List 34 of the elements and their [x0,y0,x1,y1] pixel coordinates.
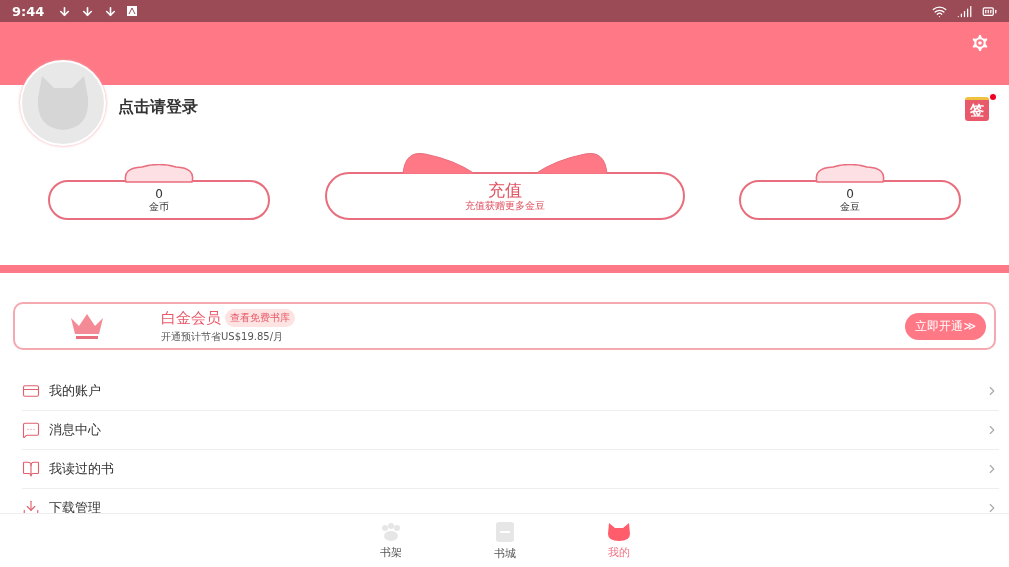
stat-pill[interactable]: 0 金豆 [739,180,961,220]
download-icon [58,4,72,18]
menu-item[interactable]: 我读过的书 [49,460,114,478]
recharge-button[interactable]: 充值 充值获赠更多金豆 [324,172,685,220]
cloud-icon [813,164,887,184]
vip-title: 白金会员 [161,308,221,328]
menu-item[interactable]: 消息中心 [49,421,101,439]
signal-icon [957,3,972,19]
tab-label: 我的 [607,544,630,560]
wifi-icon [932,3,947,19]
book-icon [494,520,515,543]
tab-label: 书城 [493,545,516,561]
nav-tab[interactable]: 书城 [477,514,532,567]
settings-icon[interactable] [969,32,991,54]
menu-item[interactable]: 下载管理 [49,499,101,513]
vip-subtitle: 开通预计节省US$19.85/月 [161,329,285,344]
download-icon [22,499,40,513]
paw-icon [379,521,402,542]
notification-icon [127,6,138,16]
login-prompt[interactable]: 点击请登录 [118,97,198,118]
book-icon [22,460,40,478]
crown-icon [69,312,105,340]
status-time: 9:44 [12,3,45,19]
download-icon [81,4,95,18]
cat-icon [606,521,631,542]
message-icon [22,421,40,439]
stat-pill[interactable]: 0 金币 [48,180,270,220]
card-icon [22,382,40,400]
tab-label: 书架 [379,544,402,560]
avatar[interactable] [20,60,106,146]
download-icon [104,4,118,18]
menu-item[interactable]: 我的账户 [49,382,101,400]
cloud-icon [122,164,196,184]
nav-tab[interactable]: 书架 [363,514,418,567]
